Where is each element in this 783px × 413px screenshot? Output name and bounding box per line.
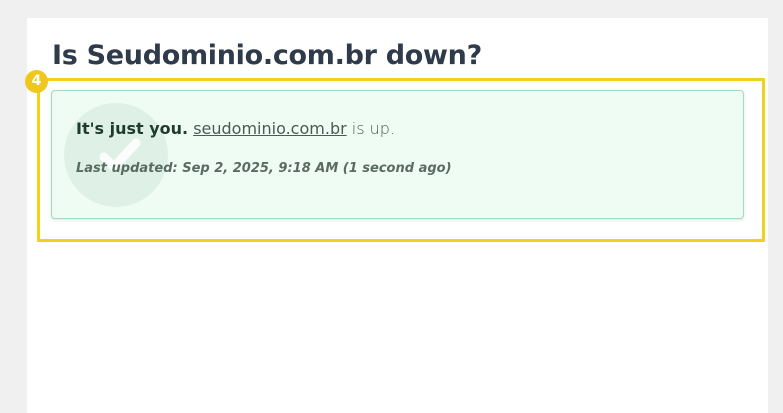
status-suffix: is up. — [351, 119, 396, 138]
status-card: It's just you. seudominio.com.br is up. … — [51, 90, 744, 219]
site-link[interactable]: seudominio.com.br — [193, 119, 346, 138]
page-title: Is Seudominio.com.br down? — [52, 40, 482, 71]
status-message: It's just you. seudominio.com.br is up. — [76, 119, 395, 138]
annotation-badge: 4 — [25, 70, 48, 93]
last-updated-text: Last updated: Sep 2, 2025, 9:18 AM (1 se… — [76, 161, 452, 176]
status-lead: It's just you. — [76, 119, 189, 138]
